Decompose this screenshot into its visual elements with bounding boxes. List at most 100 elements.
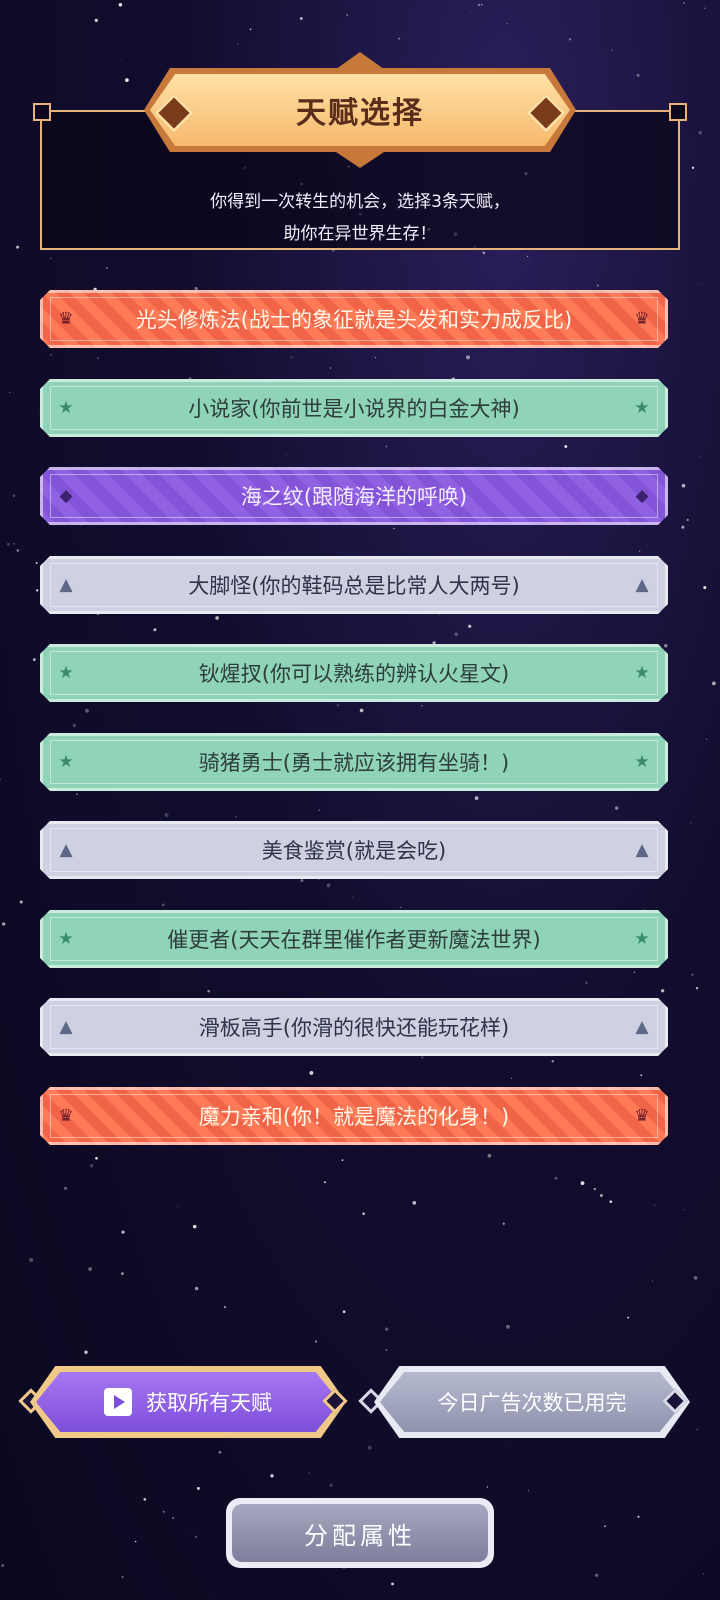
star-dot <box>482 251 486 255</box>
talent-option[interactable]: ♛ ♛ 魔力亲和(你！就是魔法的化身！) <box>40 1087 668 1145</box>
star-dot <box>660 989 665 993</box>
star-dot <box>249 28 252 31</box>
talent-option-label: 光头修炼法(战士的象征就是头发和实力成反比) <box>135 308 573 332</box>
star-dot <box>290 356 293 359</box>
star-dot <box>324 1181 326 1184</box>
star-dot <box>359 708 364 713</box>
talent-option[interactable]: ▲ ▲ 美食鉴赏(就是会吃) <box>40 821 668 879</box>
star-dot <box>85 708 89 713</box>
star-dot <box>580 1181 585 1185</box>
talent-option[interactable]: ★ ★ 骑猪勇士(勇士就应该拥有坐骑！) <box>40 733 668 791</box>
star-dot <box>121 1230 125 1234</box>
star-icon: ★ <box>634 752 650 772</box>
star-dot <box>196 1486 200 1490</box>
star-dot <box>664 643 668 648</box>
star-dot <box>470 11 472 13</box>
star-dot <box>421 705 423 707</box>
star-dot <box>19 900 23 904</box>
star-dot <box>609 1200 613 1204</box>
star-dot <box>36 589 39 592</box>
assign-attributes-button[interactable]: 分配属性 <box>232 1504 488 1562</box>
talent-option[interactable]: ▲ ▲ 大脚怪(你的鞋码总是比常人大两号) <box>40 556 668 614</box>
talent-option[interactable]: ▲ ▲ 滑板高手(你滑的很快还能玩花样) <box>40 998 668 1056</box>
description-text: 你得到一次转生的机会，选择3条天赋， 助你在异世界生存！ <box>210 192 510 244</box>
star-dot <box>393 527 395 530</box>
talent-option-label: 魔力亲和(你！就是魔法的化身！) <box>198 1105 510 1129</box>
star-dot <box>596 284 599 287</box>
star-dot <box>505 1324 510 1329</box>
triangle-icon: ▲ <box>59 840 73 860</box>
talent-option[interactable]: ★ ★ 催更者(天天在群里催作者更新魔法世界) <box>40 910 668 968</box>
star-dot <box>466 355 470 360</box>
star-dot <box>191 1529 193 1531</box>
star-dot <box>704 7 706 9</box>
star-dot <box>705 738 707 740</box>
star-dot <box>703 586 707 590</box>
star-dot <box>88 1267 92 1271</box>
star-dot <box>502 1222 505 1225</box>
star-dot <box>50 257 52 259</box>
star-dot <box>432 641 436 645</box>
star-dot <box>486 1486 489 1488</box>
star-dot <box>487 1153 492 1158</box>
star-dot <box>76 793 79 796</box>
talent-option-label: 催更者(天天在群里催作者更新魔法世界) <box>167 928 541 952</box>
star-dot <box>9 391 11 394</box>
talent-option[interactable]: ★ ★ 小说家(你前世是小说界的白金大神) <box>40 379 668 437</box>
star-dot <box>698 130 702 135</box>
star-dot <box>29 1257 34 1262</box>
ads-used-up-button[interactable]: 今日广告次数已用完 <box>380 1372 684 1432</box>
talent-option-label: 美食鉴赏(就是会吃) <box>261 839 447 863</box>
get-all-talents-button[interactable]: 获取所有天赋 <box>36 1372 340 1432</box>
star-dot <box>346 14 348 16</box>
assign-attributes-label: 分配属性 <box>304 1521 416 1550</box>
talent-option[interactable]: ♛ ♛ 光头修炼法(战士的象征就是头发和实力成反比) <box>40 290 668 348</box>
page-title: 天赋选择 <box>296 96 424 131</box>
star-dot <box>336 704 339 707</box>
star-dot <box>207 989 210 993</box>
star-dot <box>35 561 38 564</box>
star-dot <box>481 3 483 6</box>
star-dot <box>651 1280 654 1282</box>
talent-option[interactable]: ★ ★ 钬煋扠(你可以熟练的辨认火星文) <box>40 644 668 702</box>
diamond-icon: ◆ <box>635 486 649 506</box>
star-dot <box>385 1349 388 1351</box>
star-dot <box>637 1515 640 1518</box>
star-dot <box>13 543 15 545</box>
triangle-icon: ▲ <box>59 575 73 595</box>
star-icon: ★ <box>58 752 74 772</box>
star-dot <box>326 883 331 888</box>
star-dot <box>702 1573 705 1575</box>
star-dot <box>690 822 692 824</box>
talent-option[interactable]: ◆ ◆ 海之纹(跟随海洋的呼唤) <box>40 467 668 525</box>
star-dot <box>300 879 304 882</box>
star-dot <box>72 723 76 728</box>
star-dot <box>153 628 157 632</box>
star-dot <box>438 614 440 616</box>
star-dot <box>362 1212 365 1216</box>
star-dot <box>421 1056 424 1059</box>
star-dot <box>554 1176 558 1180</box>
star-dot <box>691 166 695 169</box>
star-dot <box>270 1474 274 1478</box>
star-dot <box>681 483 686 488</box>
star-dot <box>118 3 123 7</box>
star-dot <box>412 1201 417 1205</box>
star-dot <box>683 1209 685 1211</box>
star-dot <box>643 908 645 911</box>
star-icon: ★ <box>58 929 74 949</box>
star-dot <box>121 1575 124 1579</box>
star-dot <box>84 1350 88 1354</box>
star-dot <box>309 1070 314 1075</box>
crown-icon: ♛ <box>58 1106 74 1126</box>
star-dot <box>194 286 198 291</box>
star-dot <box>691 973 694 976</box>
star-icon: ★ <box>58 398 74 418</box>
talent-option-label: 小说家(你前世是小说界的白金大神) <box>188 397 520 421</box>
star-dot <box>235 816 237 818</box>
star-dot <box>686 518 689 522</box>
star-dot <box>177 1206 179 1208</box>
star-dot <box>329 1483 333 1487</box>
star-dot <box>477 3 481 7</box>
star-dot <box>468 624 472 628</box>
